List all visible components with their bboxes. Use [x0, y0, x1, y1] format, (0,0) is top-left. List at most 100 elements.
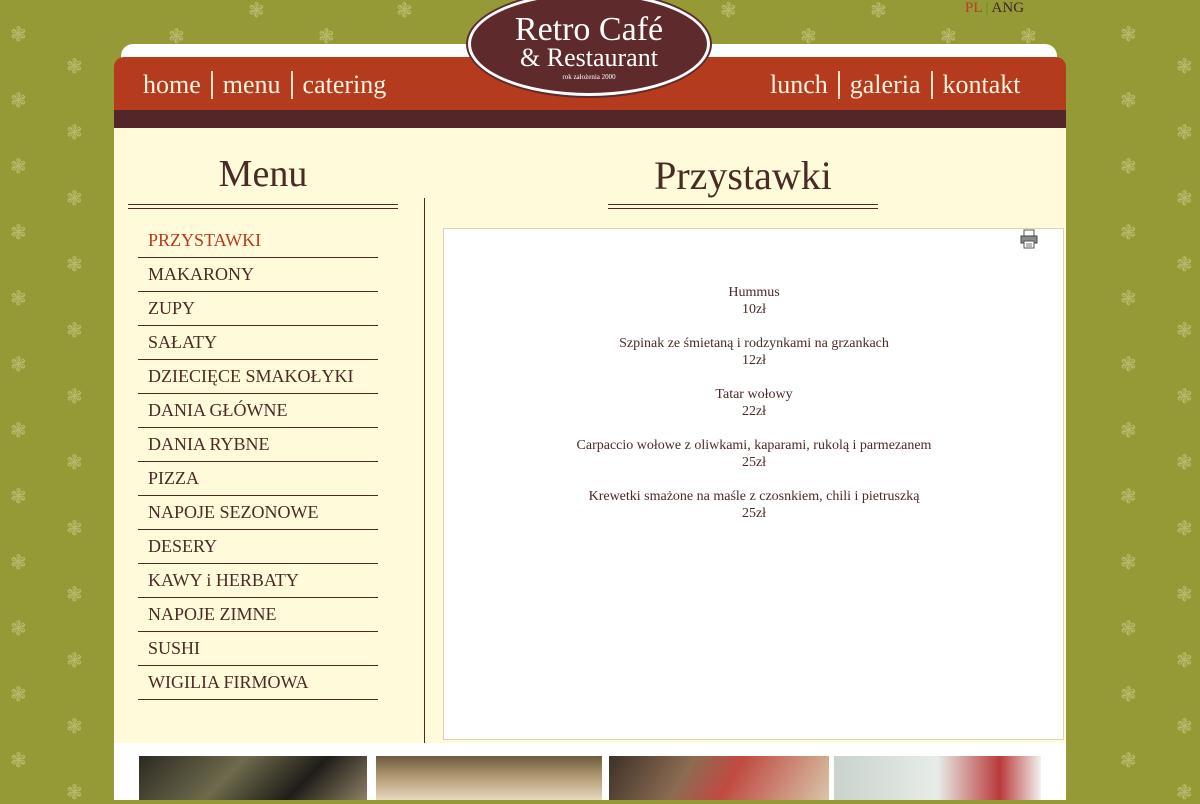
menu-item-name: Krewetki smażone na maśle z czosnkiem, c…: [588, 489, 920, 504]
gallery-photo[interactable]: [834, 756, 1041, 800]
ornament-icon: ❃: [10, 154, 27, 178]
nav-catering-link[interactable]: catering: [293, 70, 397, 100]
ornament-icon: ❃: [1020, 24, 1037, 48]
ornament-icon: ❃: [66, 780, 83, 804]
sidebar-item[interactable]: SUSHI: [138, 632, 378, 666]
printer-icon[interactable]: [1019, 229, 1039, 249]
sidebar-item[interactable]: MAKARONY: [138, 258, 378, 292]
ornament-icon: ❃: [720, 0, 737, 22]
menu-item: Szpinak ze śmietaną i rodzynkami na grza…: [444, 335, 1064, 369]
ornament-icon: ❃: [1176, 582, 1193, 606]
sidebar-item[interactable]: PRZYSTAWKI: [138, 224, 378, 258]
ornament-icon: ❃: [1120, 418, 1137, 442]
nav-strip: [114, 110, 1066, 128]
ornament-icon: ❃: [318, 24, 335, 48]
ornament-icon: ❃: [1120, 616, 1137, 640]
ornament-icon: ❃: [940, 24, 957, 48]
sidebar-item[interactable]: SAŁATY: [138, 326, 378, 360]
ornament-icon: ❃: [1120, 154, 1137, 178]
ornament-icon: ❃: [1176, 384, 1193, 408]
ornament-icon: ❃: [1176, 318, 1193, 342]
menu-item-name: Tatar wołowy: [715, 387, 793, 402]
menu-item: Tatar wołowy 22zł: [444, 386, 1064, 420]
menu-item-name: Szpinak ze śmietaną i rodzynkami na grza…: [619, 336, 889, 351]
ornament-icon: ❃: [10, 22, 27, 46]
nav-lunch-link[interactable]: lunch: [760, 70, 838, 100]
ornament-icon: ❃: [10, 352, 27, 376]
sidebar-item[interactable]: PIZZA: [138, 462, 378, 496]
sidebar-item[interactable]: ZUPY: [138, 292, 378, 326]
menu-item-price: 25zł: [741, 506, 767, 521]
menu-item-name: Hummus: [728, 285, 780, 300]
ornament-icon: ❃: [66, 252, 83, 276]
nav-left: home menu catering: [133, 70, 396, 100]
ornament-icon: ❃: [1176, 450, 1193, 474]
menu-item-price: 12zł: [741, 353, 767, 368]
ornament-icon: ❃: [1176, 780, 1193, 804]
ornament-icon: ❃: [10, 682, 27, 706]
sidebar-title-underline: [128, 204, 398, 209]
nav-kontakt-link[interactable]: kontakt: [933, 70, 1031, 100]
category-list: PRZYSTAWKI MAKARONY ZUPY SAŁATY DZIECIĘCE SM…: [138, 224, 378, 700]
page-title: Przystawki: [654, 153, 832, 198]
ornament-icon: ❃: [1176, 516, 1193, 540]
ornament-icon: ❃: [1176, 186, 1193, 210]
ornament-icon: ❃: [1120, 682, 1137, 706]
ornament-icon: ❃: [10, 484, 27, 508]
ornament-icon: ❃: [1120, 748, 1137, 772]
ornament-icon: ❃: [66, 648, 83, 672]
menu-item-price: 10zł: [741, 302, 767, 317]
ornament-icon: ❃: [248, 0, 265, 22]
ornament-icon: ❃: [66, 384, 83, 408]
ornament-icon: ❃: [1120, 550, 1137, 574]
menu-item-price: 25zł: [741, 455, 767, 470]
gallery-photo[interactable]: [139, 756, 367, 800]
nav-right: lunch galeria kontakt: [760, 70, 1031, 100]
ornament-icon: ❃: [1176, 252, 1193, 276]
language-switcher: PL | ANG: [965, 0, 1024, 17]
ornament-icon: ❃: [168, 24, 185, 48]
ornament-icon: ❃: [1120, 88, 1137, 112]
ornament-icon: ❃: [66, 186, 83, 210]
sidebar-item[interactable]: DZIECIĘCE SMAKOŁYKI: [138, 360, 378, 394]
ornament-icon: ❃: [800, 24, 817, 48]
column-divider: [424, 198, 425, 743]
ornament-icon: ❃: [66, 54, 83, 78]
gallery-photo[interactable]: [376, 756, 602, 800]
ornament-icon: ❃: [66, 318, 83, 342]
sidebar-item[interactable]: DANIA RYBNE: [138, 428, 378, 462]
lang-pl-link[interactable]: PL: [965, 0, 983, 16]
logo-subtitle: & Restaurant: [520, 43, 658, 72]
sidebar-item[interactable]: KAWY i HERBATY: [138, 564, 378, 598]
ornament-icon: ❃: [66, 516, 83, 540]
ornament-icon: ❃: [10, 550, 27, 574]
ornament-icon: ❃: [10, 748, 27, 772]
menu-item: Krewetki smażone na maśle z czosnkiem, c…: [444, 488, 1064, 522]
menu-items: Hummus 10zł Szpinak ze śmietaną i rodzynka…: [444, 284, 1064, 539]
ornament-icon: ❃: [1176, 54, 1193, 78]
gallery-photo[interactable]: [609, 756, 829, 800]
sidebar-item[interactable]: DESERY: [138, 530, 378, 564]
ornament-icon: ❃: [10, 418, 27, 442]
menu-item-price: 22zł: [741, 404, 767, 419]
menu-panel: Hummus 10zł Szpinak ze śmietaną i rodzynka…: [443, 228, 1064, 740]
sidebar-item[interactable]: NAPOJE SEZONOWE: [138, 496, 378, 530]
nav-menu-link[interactable]: menu: [213, 70, 291, 100]
nav-galeria-link[interactable]: galeria: [840, 70, 931, 100]
ornament-icon: ❃: [1120, 220, 1137, 244]
sidebar-item[interactable]: NAPOJE ZIMNE: [138, 598, 378, 632]
logo-title: Retro Café: [514, 11, 664, 48]
ornament-icon: ❃: [1176, 714, 1193, 738]
menu-item: Carpaccio wołowe z oliwkami, kaparami, r…: [444, 437, 1064, 471]
sidebar-item[interactable]: WIGILIA FIRMOWA: [138, 666, 378, 700]
lang-en-link[interactable]: ANG: [992, 0, 1025, 16]
logo-tagline: rok założenia 2000: [562, 73, 616, 81]
ornament-icon: ❃: [66, 714, 83, 738]
ornament-icon: ❃: [396, 0, 413, 22]
ornament-icon: ❃: [66, 450, 83, 474]
nav-home-link[interactable]: home: [133, 70, 211, 100]
menu-item: Hummus 10zł: [444, 284, 1064, 318]
ornament-icon: ❃: [1176, 648, 1193, 672]
ornament-icon: ❃: [10, 88, 27, 112]
sidebar-item[interactable]: DANIA GŁÓWNE: [138, 394, 378, 428]
